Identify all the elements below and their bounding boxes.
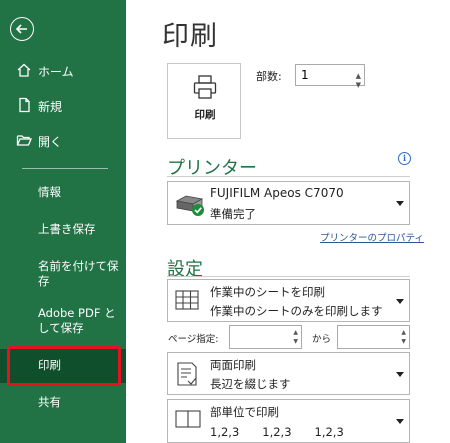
print-button-label: 印刷 bbox=[194, 109, 216, 121]
back-button[interactable] bbox=[10, 17, 34, 41]
sidebar-item-info[interactable]: 情報 bbox=[0, 180, 126, 206]
spin-down-icon[interactable]: ▼ bbox=[401, 338, 406, 345]
printer-dropdown[interactable]: FUJIFILM Apeos C7070 準備完了 bbox=[167, 181, 410, 225]
sidebar-item-save-as[interactable]: 名前を付けて保存 bbox=[0, 252, 126, 294]
print-scope-dropdown[interactable]: 作業中のシートを印刷 作業中のシートのみを印刷します bbox=[167, 279, 410, 322]
page-title: 印刷 bbox=[162, 21, 218, 52]
sidebar-item-new[interactable]: 新規 bbox=[0, 90, 126, 120]
sidebar-item-save-as-pdf[interactable]: Adobe PDF として保存 bbox=[0, 300, 126, 342]
printer-status: 準備完了 bbox=[210, 207, 256, 221]
info-icon[interactable]: i bbox=[398, 152, 411, 165]
sidebar-item-label: ホーム bbox=[38, 65, 74, 79]
folder-open-icon bbox=[16, 135, 32, 146]
section-divider bbox=[167, 276, 410, 277]
duplex-desc: 長辺を綴じます bbox=[210, 377, 291, 391]
collate-icon bbox=[175, 410, 201, 428]
chevron-down-icon bbox=[396, 299, 404, 304]
spin-up-icon[interactable]: ▲ bbox=[401, 329, 406, 336]
print-scope-title: 作業中のシートを印刷 bbox=[210, 285, 325, 299]
chevron-down-icon bbox=[396, 372, 404, 377]
spin-up-icon[interactable]: ▲ bbox=[293, 329, 298, 336]
collate-title: 部単位で印刷 bbox=[210, 405, 279, 419]
sidebar-divider bbox=[22, 168, 108, 169]
copies-label: 部数: bbox=[256, 70, 282, 83]
chevron-down-icon bbox=[396, 201, 404, 206]
sidebar-item-label: 情報 bbox=[38, 185, 61, 199]
pages-from-input[interactable]: ▲ ▼ bbox=[229, 325, 302, 349]
sidebar-item-print[interactable]: 印刷 bbox=[0, 349, 126, 383]
collate-desc: 1,2,3 1,2,3 1,2,3 bbox=[210, 425, 344, 439]
printer-name: FUJIFILM Apeos C7070 bbox=[210, 186, 344, 200]
pages-label: ページ指定: bbox=[168, 334, 219, 345]
settings-heading: 設定 bbox=[167, 259, 203, 280]
sidebar-item-home[interactable]: ホーム bbox=[0, 55, 126, 85]
printer-properties-link[interactable]: プリンターのプロパティ bbox=[320, 230, 424, 244]
home-icon bbox=[17, 63, 31, 77]
arrow-left-icon bbox=[15, 24, 27, 34]
copies-input[interactable]: 1 ▲ ▼ bbox=[295, 64, 365, 89]
sidebar-item-label: 上書き保存 bbox=[38, 222, 96, 236]
copies-value: 1 bbox=[301, 68, 309, 82]
spin-down-icon[interactable]: ▼ bbox=[293, 338, 298, 345]
sidebar-item-label: Adobe PDF として保存 bbox=[38, 306, 116, 335]
section-divider bbox=[167, 176, 410, 177]
sidebar-item-label: 共有 bbox=[38, 395, 61, 409]
printer-ready-icon bbox=[175, 195, 204, 216]
sidebar-item-share[interactable]: 共有 bbox=[0, 390, 126, 416]
sheet-grid-icon bbox=[175, 290, 199, 310]
sidebar-item-save[interactable]: 上書き保存 bbox=[0, 216, 126, 242]
sidebar-item-label: 印刷 bbox=[38, 358, 61, 372]
printer-icon bbox=[193, 75, 217, 99]
spin-down-icon[interactable]: ▼ bbox=[356, 75, 361, 95]
new-document-icon bbox=[19, 97, 30, 113]
sidebar-item-open[interactable]: 開く bbox=[0, 125, 126, 155]
sidebar-item-label: 名前を付けて保存 bbox=[38, 259, 119, 288]
chevron-down-icon bbox=[396, 419, 404, 424]
duplex-print-icon bbox=[177, 362, 197, 386]
print-scope-desc: 作業中のシートのみを印刷します bbox=[210, 304, 383, 318]
duplex-dropdown[interactable]: 両面印刷 長辺を綴じます bbox=[167, 352, 410, 395]
collate-dropdown[interactable]: 部単位で印刷 1,2,3 1,2,3 1,2,3 bbox=[167, 399, 410, 443]
pages-to-input[interactable]: ▲ ▼ bbox=[337, 325, 410, 349]
duplex-title: 両面印刷 bbox=[210, 358, 256, 372]
pages-to-label: から bbox=[312, 334, 332, 345]
sidebar-item-label: 開く bbox=[38, 135, 63, 149]
backstage-sidebar: ホーム 新規 開く 情報 上書き保存 名前を付けて保存 Adobe PDF とし… bbox=[0, 0, 126, 443]
sidebar-item-label: 新規 bbox=[38, 100, 63, 114]
print-button[interactable]: 印刷 bbox=[167, 63, 241, 139]
